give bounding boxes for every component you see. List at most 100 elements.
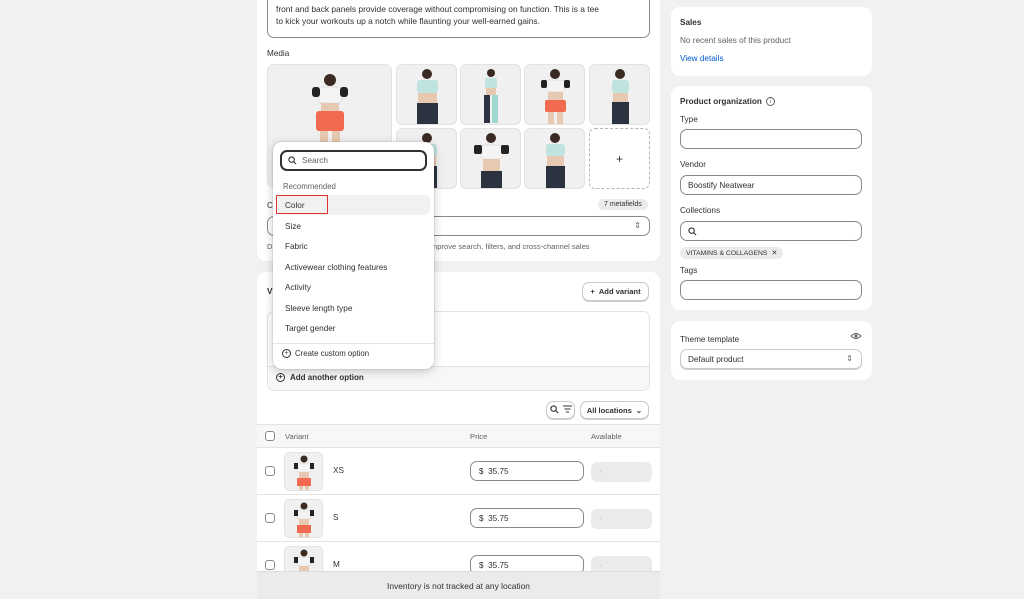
recommended-heading: Recommended xyxy=(283,182,336,191)
select-chevron-icon: ⇕ xyxy=(846,354,853,363)
theme-template-select[interactable]: Default product ⇕ xyxy=(680,349,862,369)
inventory-status-bar: Inventory is not tracked at any location xyxy=(257,571,660,599)
model-thumbnail-image xyxy=(484,69,498,123)
price-input[interactable]: $ 35.75 xyxy=(470,461,584,481)
description-line-1: front and back panels provide coverage w… xyxy=(276,4,599,14)
search-icon xyxy=(288,156,297,165)
available-field: - xyxy=(591,462,652,482)
media-thumbnail[interactable] xyxy=(589,64,650,125)
add-media-button[interactable]: + xyxy=(589,128,650,189)
model-thumbnail-image xyxy=(417,69,438,124)
model-thumbnail-image xyxy=(546,133,565,188)
organization-title-row: Product organization i xyxy=(680,97,775,106)
create-custom-option-label: Create custom option xyxy=(295,349,370,358)
add-another-option-label: Add another option xyxy=(290,373,364,382)
option-fabric[interactable]: Fabric xyxy=(277,236,430,256)
price-value: 35.75 xyxy=(488,561,509,570)
select-all-checkbox[interactable] xyxy=(265,431,275,441)
search-placeholder: Search xyxy=(302,156,328,165)
description-line-2: to kick your workouts up a notch while f… xyxy=(276,15,540,26)
table-row[interactable]: S $ 35.75 - xyxy=(257,495,660,542)
search-icon xyxy=(549,404,559,416)
collections-search-input[interactable] xyxy=(680,221,862,241)
collections-label: Collections xyxy=(680,206,721,215)
model-thumbnail-image xyxy=(294,502,314,537)
plus-icon: + xyxy=(590,287,595,296)
vendor-input[interactable]: Boostify Neatwear xyxy=(680,175,862,195)
column-price: Price xyxy=(470,432,488,441)
row-checkbox[interactable] xyxy=(265,466,275,476)
model-thumbnail-image xyxy=(612,69,629,124)
column-variant: Variant xyxy=(285,432,309,441)
variant-name: M xyxy=(333,560,340,569)
sales-empty-text: No recent sales of this product xyxy=(680,36,791,45)
filter-icon xyxy=(562,405,572,415)
description-editor[interactable]: front and back panels provide coverage w… xyxy=(267,0,650,38)
variants-table-header: Variant Price Available xyxy=(257,424,660,448)
variant-name: XS xyxy=(333,466,344,475)
type-input[interactable] xyxy=(680,129,862,149)
type-label: Type xyxy=(680,115,698,124)
media-thumbnail[interactable] xyxy=(396,64,457,125)
option-activewear-features[interactable]: Activewear clothing features xyxy=(277,257,430,277)
collection-tag: VITAMINS & COLLAGENS ✕ xyxy=(680,247,784,259)
price-value: 35.75 xyxy=(488,467,509,476)
media-label: Media xyxy=(267,49,290,58)
add-variant-button[interactable]: + Add variant xyxy=(582,282,649,301)
option-sleeve-length[interactable]: Sleeve length type xyxy=(277,298,430,318)
locations-label: All locations xyxy=(586,405,632,415)
available-field: - xyxy=(591,509,652,529)
close-icon[interactable]: ✕ xyxy=(771,249,777,257)
media-thumbnail[interactable] xyxy=(524,128,585,189)
sales-title: Sales xyxy=(680,18,702,27)
theme-template-value: Default product xyxy=(688,355,744,364)
category-help-text: nprove search, filters, and cross-channe… xyxy=(433,242,590,251)
add-variant-label: Add variant xyxy=(598,287,641,296)
chevron-down-icon: ⌄ xyxy=(635,405,643,415)
plus-icon: + xyxy=(615,151,623,166)
search-filter-button[interactable] xyxy=(546,401,575,419)
circle-plus-icon: + xyxy=(282,349,291,358)
option-activity[interactable]: Activity xyxy=(277,277,430,297)
row-checkbox[interactable] xyxy=(265,560,275,570)
highlight-annotation xyxy=(276,195,328,214)
metafields-badge[interactable]: 7 metafields xyxy=(598,199,648,210)
option-name-dropdown: Search Recommended Color Size Fabric Act… xyxy=(273,142,434,369)
add-another-option-button[interactable]: + Add another option xyxy=(268,366,649,390)
collection-tag-label: VITAMINS & COLLAGENS xyxy=(686,249,768,257)
circle-plus-icon: + xyxy=(276,373,285,382)
theme-template-label: Theme template xyxy=(680,335,740,344)
tags-label: Tags xyxy=(680,266,698,275)
variant-thumbnail xyxy=(284,499,323,538)
info-icon[interactable]: i xyxy=(765,97,775,106)
dropdown-search-input[interactable]: Search xyxy=(280,150,427,171)
media-thumbnail[interactable] xyxy=(460,64,521,125)
currency-symbol: $ xyxy=(479,467,484,476)
option-size[interactable]: Size xyxy=(277,216,430,236)
model-thumbnail-image xyxy=(474,133,509,188)
currency-symbol: $ xyxy=(479,561,484,570)
currency-symbol: $ xyxy=(479,514,484,523)
category-help-start: D xyxy=(267,242,273,251)
option-target-gender[interactable]: Target gender xyxy=(277,318,430,338)
view-details-link[interactable]: View details xyxy=(680,54,724,63)
variant-thumbnail xyxy=(284,452,323,491)
product-organization-card: Product organization i Type Vendor Boost… xyxy=(671,86,872,310)
eye-icon[interactable] xyxy=(850,332,862,342)
model-thumbnail-image xyxy=(294,455,314,490)
column-available: Available xyxy=(591,432,622,441)
price-input[interactable]: $ 35.75 xyxy=(470,508,584,528)
media-thumbnail[interactable] xyxy=(460,128,521,189)
locations-select[interactable]: All locations ⌄ xyxy=(580,401,649,419)
select-chevron-icon: ⇕ xyxy=(634,221,641,230)
create-custom-option-button[interactable]: + Create custom option xyxy=(282,349,369,358)
table-row[interactable]: XS $ 35.75 - xyxy=(257,448,660,495)
media-thumbnail[interactable] xyxy=(524,64,585,125)
sales-card: Sales No recent sales of this product Vi… xyxy=(671,7,872,76)
variant-name: S xyxy=(333,513,339,522)
tags-input[interactable] xyxy=(680,280,862,300)
row-checkbox[interactable] xyxy=(265,513,275,523)
price-value: 35.75 xyxy=(488,514,509,523)
theme-template-card: Theme template Default product ⇕ xyxy=(671,321,872,380)
divider xyxy=(273,343,434,344)
